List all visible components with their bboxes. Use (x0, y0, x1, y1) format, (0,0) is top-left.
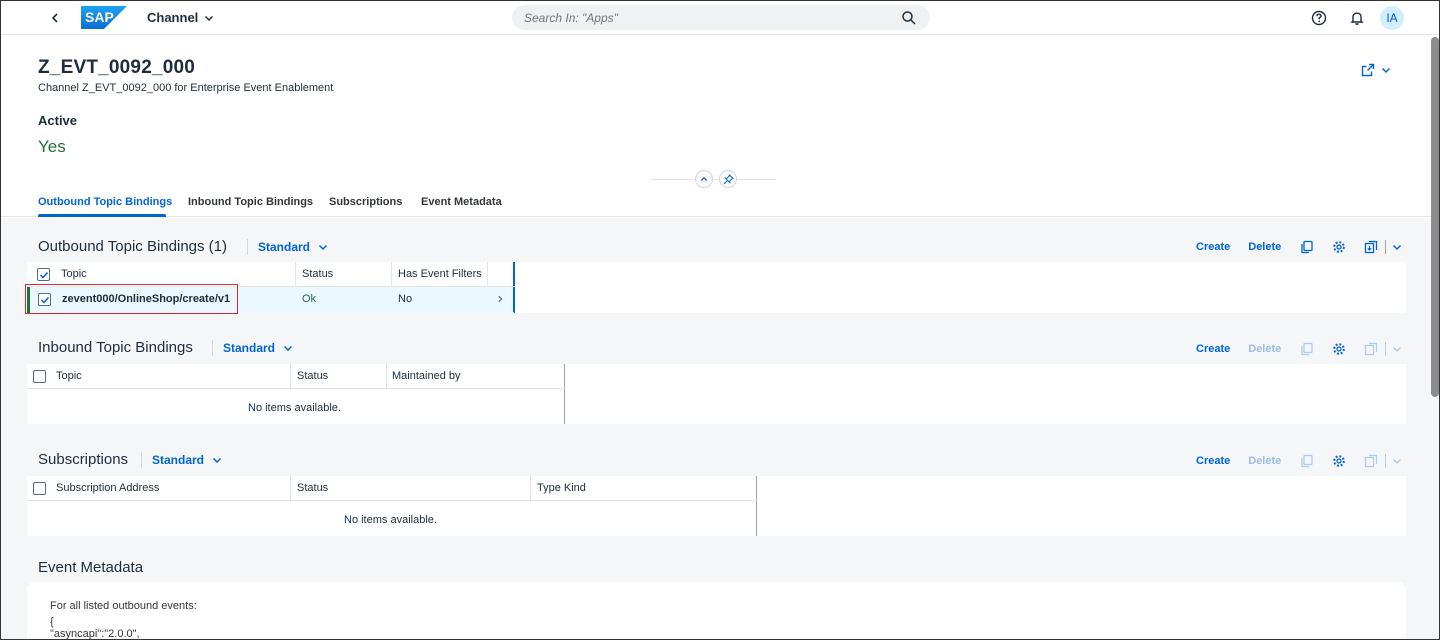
tab-inbound-topic-bindings[interactable]: Inbound Topic Bindings (188, 196, 313, 208)
help-icon[interactable] (1310, 9, 1328, 27)
inbound-delete-button: Delete (1248, 343, 1282, 355)
search-icon[interactable] (900, 9, 918, 27)
empty-table-message: No items available. (344, 514, 437, 526)
column-header-topic[interactable]: Topic (61, 268, 87, 280)
toolbar-separator (1385, 342, 1387, 356)
column-header-status[interactable]: Status (302, 268, 333, 280)
outbound-toolbar: Create Delete (1196, 239, 1402, 255)
inbound-table: Topic Status Maintained by No items avai… (27, 364, 1406, 424)
inbound-create-button[interactable]: Create (1196, 343, 1230, 355)
page-title: Z_EVT_0092_000 (38, 57, 196, 78)
app-window: SAP Channel IA Z_EVT_0092_000 Channel Z_… (0, 0, 1440, 640)
back-icon[interactable] (45, 8, 65, 28)
svg-text:SAP: SAP (85, 9, 114, 25)
copy-icon[interactable] (1299, 239, 1315, 255)
select-all-checkbox[interactable] (37, 268, 50, 281)
chevron-down-icon[interactable] (1392, 242, 1402, 252)
inbound-variant-selector[interactable]: Standard (212, 340, 293, 356)
variant-label: Standard (258, 240, 311, 254)
export-icon (1363, 453, 1379, 469)
app-title: Channel (147, 10, 199, 25)
page-scrollbar[interactable] (1431, 37, 1439, 397)
sap-logo[interactable]: SAP (81, 6, 127, 29)
chevron-down-icon (1381, 67, 1391, 74)
highlight-box (25, 284, 238, 314)
chevron-up-icon (700, 176, 708, 182)
toolbar-separator (1385, 454, 1387, 468)
subscriptions-table: Subscription Address Status Type Kind No… (27, 476, 1406, 536)
column-header-topic[interactable]: Topic (56, 370, 82, 382)
subscriptions-section-title: Subscriptions (38, 451, 129, 468)
toolbar-separator (1385, 240, 1387, 254)
empty-table-message: No items available. (248, 402, 341, 414)
chevron-down-icon (318, 244, 328, 251)
inbound-section-title: Inbound Topic Bindings (38, 339, 193, 356)
chevron-down-icon (1393, 346, 1402, 353)
select-all-checkbox[interactable] (33, 370, 46, 383)
collapse-header-button[interactable] (695, 170, 713, 188)
tab-bar: Outbound Topic Bindings Inbound Topic Bi… (1, 187, 1439, 217)
settings-gear-icon[interactable] (1331, 453, 1347, 469)
search-input[interactable] (524, 10, 900, 25)
outbound-table: Topic Status Has Event Filters zevent000… (25, 262, 1406, 314)
row-has-event-filters: No (398, 293, 413, 305)
shell-bar: SAP Channel IA (1, 1, 1439, 35)
event-metadata-section-title: Event Metadata (38, 559, 144, 576)
chevron-down-icon (1393, 458, 1402, 465)
variant-label: Standard (152, 453, 205, 467)
metadata-line: For all listed outbound events: (50, 600, 197, 612)
variant-label: Standard (223, 341, 276, 355)
search-field[interactable] (512, 5, 930, 30)
outbound-section-title: Outbound Topic Bindings (1) (38, 238, 228, 255)
settings-gear-icon[interactable] (1331, 341, 1347, 357)
active-value: Yes (38, 137, 66, 156)
outbound-delete-button[interactable]: Delete (1248, 241, 1281, 253)
metadata-line: { (50, 616, 54, 628)
object-page-content: Outbound Topic Bindings (1) Standard Cre… (1, 218, 1439, 640)
select-all-checkbox[interactable] (33, 482, 46, 495)
bell-icon[interactable] (1348, 9, 1366, 27)
page-subtitle: Channel Z_EVT_0092_000 for Enterprise Ev… (38, 82, 334, 94)
subscriptions-toolbar: Create Delete (1196, 453, 1402, 469)
column-header-subscription-address[interactable]: Subscription Address (56, 482, 159, 494)
pin-header-button[interactable] (719, 170, 737, 188)
metadata-line: "asyncapi":"2.0.0", (50, 628, 140, 640)
share-button[interactable] (1361, 63, 1391, 77)
app-title-menu[interactable]: Channel (147, 10, 214, 25)
inbound-table-header: Topic Status Maintained by (27, 364, 565, 389)
row-status: Ok (302, 293, 317, 305)
avatar[interactable]: IA (1380, 6, 1404, 30)
header-divider (651, 179, 776, 180)
copy-icon (1299, 453, 1315, 469)
export-icon[interactable] (1363, 239, 1379, 255)
column-header-status[interactable]: Status (297, 370, 328, 382)
navigation-arrow-icon[interactable] (496, 295, 504, 303)
outbound-create-button[interactable]: Create (1196, 241, 1230, 253)
tab-indicator (38, 214, 166, 217)
pin-icon (723, 173, 734, 184)
chevron-down-icon (212, 457, 222, 464)
event-metadata-panel: For all listed outbound events: { "async… (27, 582, 1406, 640)
column-header-status[interactable]: Status (297, 482, 328, 494)
export-icon (1363, 341, 1379, 357)
inbound-toolbar: Create Delete (1196, 341, 1402, 357)
tab-subscriptions[interactable]: Subscriptions (329, 196, 402, 208)
outbound-variant-selector[interactable]: Standard (247, 239, 328, 255)
subscriptions-variant-selector[interactable]: Standard (141, 452, 222, 468)
subscriptions-delete-button: Delete (1248, 455, 1282, 467)
column-header-type-kind[interactable]: Type Kind (537, 482, 586, 494)
share-icon (1361, 63, 1375, 77)
settings-gear-icon[interactable] (1331, 239, 1347, 255)
chevron-down-icon (205, 15, 214, 21)
tab-event-metadata[interactable]: Event Metadata (421, 196, 502, 208)
subscriptions-create-button[interactable]: Create (1196, 455, 1230, 467)
chevron-down-icon (283, 345, 293, 352)
copy-icon (1299, 341, 1315, 357)
column-header-maintained-by[interactable]: Maintained by (392, 370, 461, 382)
tab-outbound-topic-bindings[interactable]: Outbound Topic Bindings (38, 196, 172, 208)
column-header-has-event-filters[interactable]: Has Event Filters (398, 268, 482, 280)
active-label: Active (38, 113, 78, 128)
subscriptions-table-header: Subscription Address Status Type Kind (27, 476, 757, 501)
